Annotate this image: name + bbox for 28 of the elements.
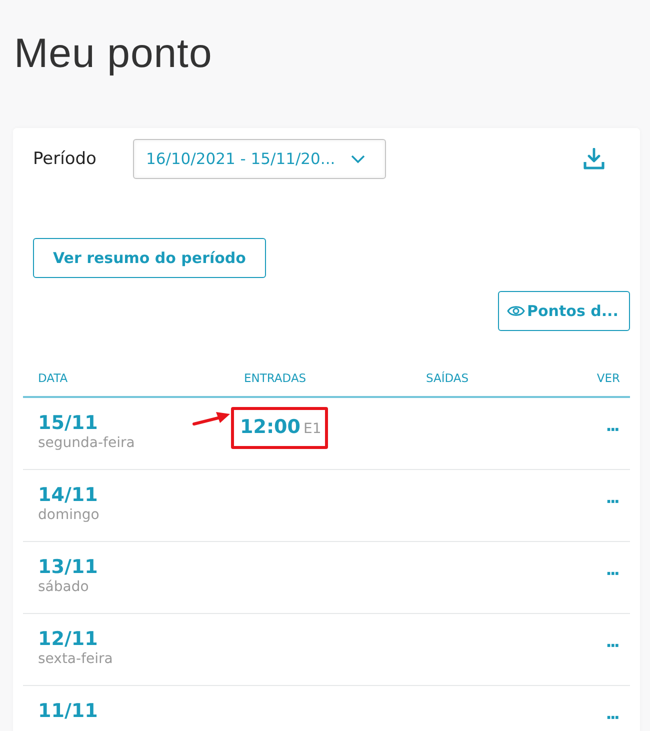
download-icon[interactable] — [583, 148, 605, 170]
date-text: 11/11 — [38, 700, 98, 722]
weekday-text: sábado — [38, 579, 90, 595]
date-text: 12/11 — [38, 628, 98, 650]
column-header: SAÍDAS — [426, 370, 470, 384]
period-select[interactable]: 16/10/2021 - 15/11/20... — [133, 139, 386, 179]
points-button[interactable]: Pontos d... — [498, 291, 630, 331]
date-text: 14/11 — [38, 484, 98, 506]
eye-icon — [507, 305, 525, 317]
more-button[interactable]: ··· — [606, 420, 630, 439]
date-text: 15/11 — [38, 412, 98, 434]
chevron-down-icon — [351, 154, 366, 164]
more-button[interactable]: ··· — [606, 492, 630, 511]
more-button[interactable]: ··· — [606, 636, 630, 655]
weekday-text: segunda-feira — [38, 435, 136, 451]
period-label: Período — [33, 149, 98, 169]
weekday-text: sexta-feira — [38, 651, 114, 667]
column-header: VER — [596, 370, 621, 384]
more-button[interactable]: ··· — [606, 564, 630, 583]
page-title: Meu ponto — [13, 29, 214, 78]
date-text: 13/11 — [38, 556, 98, 578]
column-header: DATA — [37, 370, 69, 384]
summary-button[interactable]: Ver resumo do período — [33, 238, 266, 278]
more-button[interactable]: ··· — [606, 708, 630, 727]
entry-code: E1 — [303, 421, 322, 437]
column-header: ENTRADAS — [244, 370, 308, 384]
entry-time: 12:00 — [240, 416, 300, 438]
weekday-text: domingo — [38, 507, 100, 523]
